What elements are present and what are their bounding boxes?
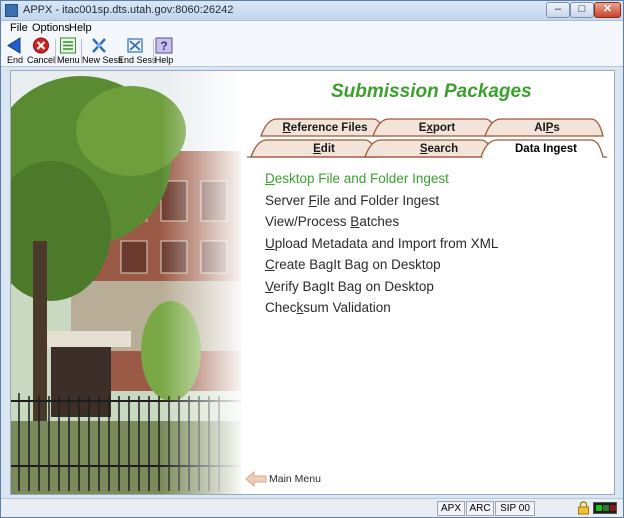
- link-view-process-batches[interactable]: View/Process Batches: [265, 214, 498, 236]
- menu-list-icon: [60, 37, 76, 54]
- new-session-button[interactable]: New Sess: [82, 37, 123, 65]
- cancel-icon: [33, 37, 49, 54]
- end-session-label: End Sess: [118, 55, 157, 65]
- tab-search[interactable]: Search: [381, 143, 497, 155]
- cancel-label: Cancel: [27, 55, 56, 65]
- app-icon: [5, 4, 18, 17]
- menu-help[interactable]: Help: [69, 22, 92, 34]
- led-green-icon: [596, 505, 602, 511]
- tab-export[interactable]: Export: [389, 122, 485, 134]
- status-cell-arc: ARC: [466, 501, 494, 516]
- link-desktop-file-folder-ingest[interactable]: Desktop File and Folder Ingest: [265, 171, 498, 193]
- link-verify-bagit-bag[interactable]: Verify BagIt Bag on Desktop: [265, 279, 498, 301]
- link-server-file-folder-ingest[interactable]: Server File and Folder Ingest: [265, 193, 498, 215]
- tab-edit[interactable]: Edit: [267, 143, 381, 155]
- main-menu-label: Main Menu: [269, 473, 321, 485]
- link-upload-metadata-import-xml[interactable]: Upload Metadata and Import from XML: [265, 236, 498, 258]
- menu-bar: File Options Help: [1, 21, 623, 36]
- photo-fade: [161, 71, 241, 494]
- end-label: End: [6, 55, 23, 65]
- maximize-button[interactable]: □: [570, 2, 594, 18]
- led-red-icon: [610, 505, 616, 511]
- connection-indicator: [593, 502, 617, 514]
- help-label: Help: [154, 55, 174, 65]
- tab-reference-files[interactable]: Reference Files: [277, 122, 373, 134]
- svg-text:?: ?: [160, 39, 167, 53]
- end-session-button[interactable]: End Sess: [118, 37, 157, 65]
- end-arrow-icon: [7, 37, 21, 54]
- status-cell-sip: SIP 00: [495, 501, 535, 516]
- ingest-options-list: Desktop File and Folder Ingest Server Fi…: [265, 171, 498, 322]
- menu-button[interactable]: Menu: [57, 37, 80, 65]
- status-bar: APX ARC SIP 00: [1, 498, 623, 517]
- link-create-bagit-bag[interactable]: Create BagIt Bag on Desktop: [265, 257, 498, 279]
- help-button[interactable]: ? Help: [154, 37, 174, 65]
- content-panel: Submission Packages Reference Files Expo…: [10, 70, 615, 495]
- appx-window: APPX - itac001sp.dts.utah.gov:8060:26242…: [0, 0, 624, 518]
- help-icon: ?: [155, 37, 173, 54]
- menu-label: Menu: [57, 55, 80, 65]
- lock-icon: [578, 501, 589, 515]
- toolbar: End Cancel Menu New Sess End Sess ? Help: [1, 36, 623, 67]
- new-session-label: New Sess: [82, 55, 123, 65]
- page-title: Submission Packages: [331, 81, 532, 102]
- building-photo: [11, 71, 241, 494]
- led-dim-icon: [603, 505, 609, 511]
- cancel-button[interactable]: Cancel: [27, 37, 55, 65]
- window-title: APPX - itac001sp.dts.utah.gov:8060:26242: [23, 4, 234, 16]
- title-bar[interactable]: APPX - itac001sp.dts.utah.gov:8060:26242…: [1, 1, 623, 21]
- link-checksum-validation[interactable]: Checksum Validation: [265, 300, 498, 322]
- close-button[interactable]: ✕: [594, 2, 621, 18]
- menu-file[interactable]: File: [10, 22, 28, 34]
- toolbar-separator: [55, 39, 56, 64]
- back-arrow-icon: [245, 471, 267, 487]
- status-cell-apx: APX: [437, 501, 465, 516]
- tab-data-ingest[interactable]: Data Ingest: [493, 143, 599, 155]
- new-session-icon: [92, 38, 106, 53]
- end-button[interactable]: End: [4, 37, 26, 65]
- tab-aips[interactable]: AIPs: [497, 122, 597, 134]
- minimize-button[interactable]: –: [546, 2, 570, 18]
- menu-options[interactable]: Options: [32, 22, 70, 34]
- end-session-icon: [127, 38, 143, 53]
